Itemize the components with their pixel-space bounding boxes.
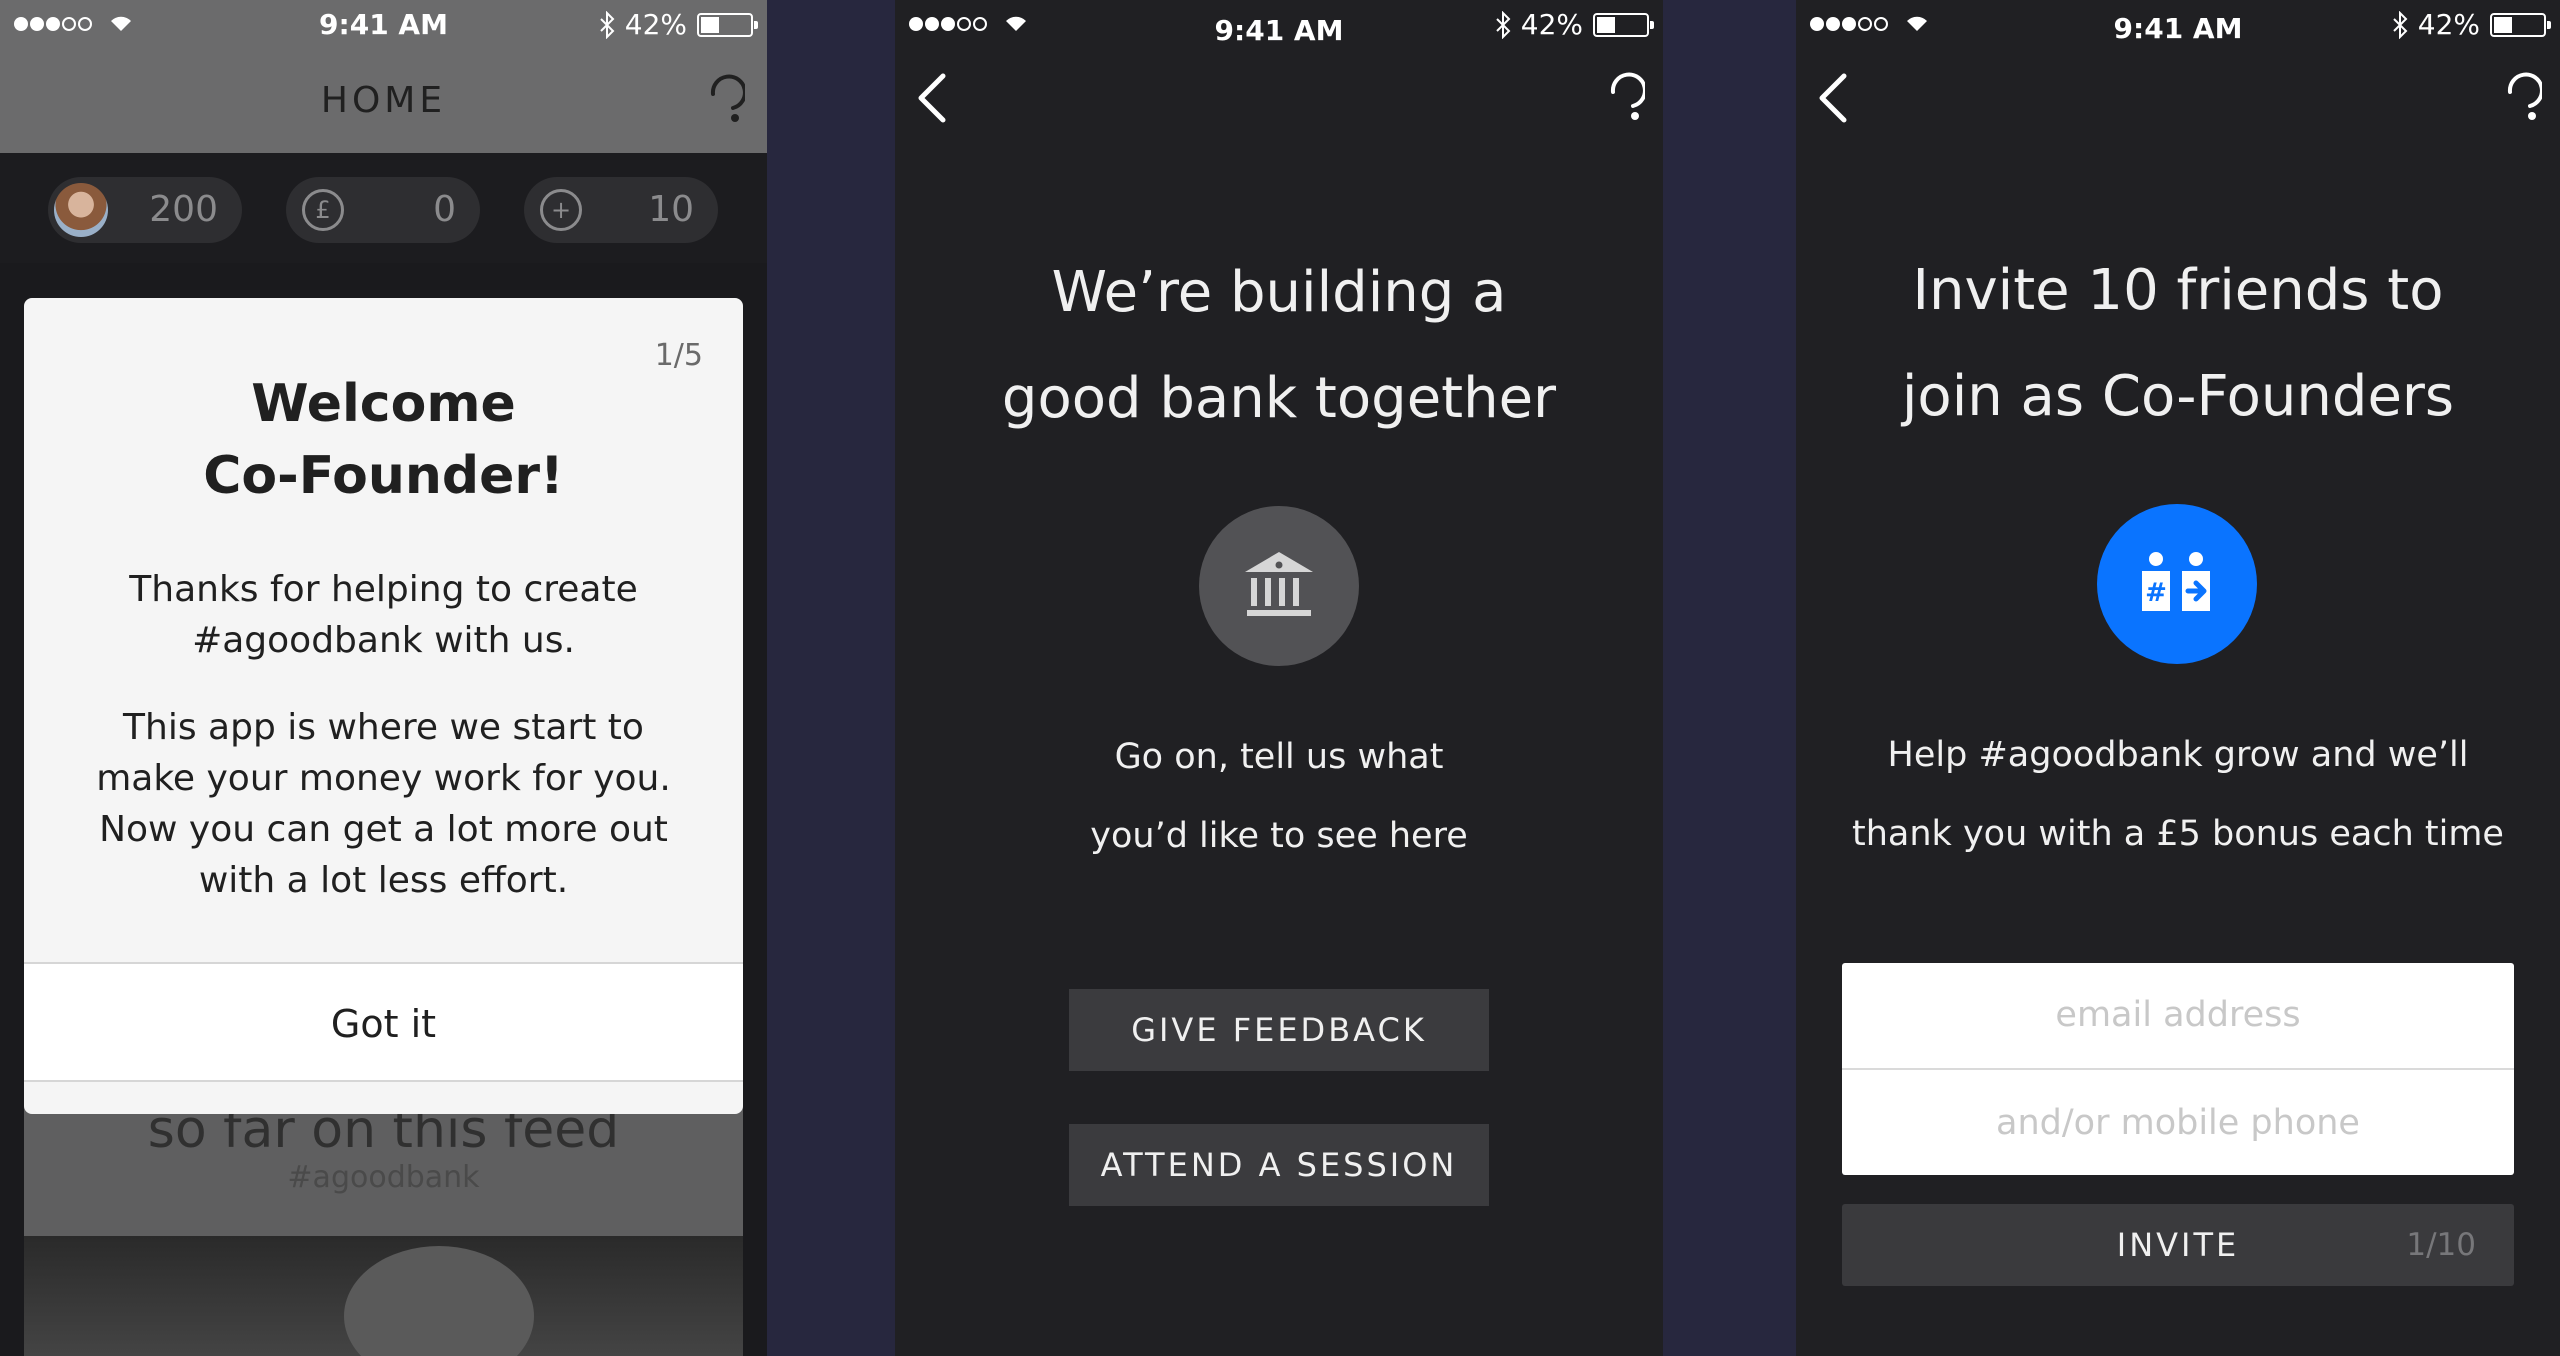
modal-text-line: Thanks for helping to create [129, 569, 638, 610]
title-line: join as Co-Founders [1901, 364, 2455, 429]
svg-text:#: # [2145, 578, 2167, 608]
field-divider [1842, 1068, 2514, 1070]
stat-value: 10 [648, 189, 694, 230]
give-feedback-button[interactable]: GIVE FEEDBACK [1069, 989, 1489, 1071]
attend-session-button[interactable]: ATTEND A SESSION [1069, 1124, 1489, 1206]
invite-button[interactable]: INVITE 1/10 [1842, 1204, 2514, 1286]
chat-icon[interactable] [701, 74, 745, 126]
battery-percent: 42% [2417, 8, 2480, 41]
title-line: good bank together [1001, 366, 1557, 431]
status-bar: 9:41 AM 42% [895, 0, 1663, 50]
battery-percent: 42% [1520, 8, 1583, 41]
status-bar: 9:41 AM 42% [1796, 0, 2560, 50]
modal-title-line: Co-Founder! [203, 446, 564, 506]
invite-counter: 1/10 [2406, 1227, 2476, 1263]
stat-pill-points[interactable]: 200 [48, 177, 242, 243]
battery-icon [1593, 12, 1654, 37]
title-line: We’re building a [1051, 260, 1507, 325]
back-chevron-icon[interactable] [1816, 72, 1850, 124]
invite-friends-icon: # [2097, 504, 2257, 664]
back-chevron-icon[interactable] [915, 72, 949, 124]
stat-pill-invites[interactable]: + 10 [524, 177, 718, 243]
modal-text-line: Now you can get a lot more out [99, 809, 668, 850]
modal-paragraph: Thanks for helping to create #agoodbank … [84, 564, 683, 666]
feedback-screen: 9:41 AM 42% We’re building a good bank t… [895, 0, 1663, 1356]
bluetooth-icon [2393, 10, 2408, 39]
stat-pill-money[interactable]: £ 0 [286, 177, 480, 243]
subtitle-line: Help #agoodbank grow and we’ll [1887, 735, 2469, 775]
subtitle-line: you’d like to see here [1090, 816, 1468, 856]
stat-value: 0 [433, 189, 456, 230]
bluetooth-icon [1496, 10, 1511, 39]
feed-photo [24, 1236, 743, 1356]
screen-title: Invite 10 friends to join as Co-Founders [1796, 238, 2560, 450]
stat-value: 200 [149, 189, 218, 230]
got-it-button[interactable]: Got it [24, 962, 743, 1082]
pound-icon: £ [302, 189, 344, 231]
modal-title-line: Welcome [251, 374, 516, 434]
modal-text-line: This app is where we start to [123, 707, 644, 748]
person-photo [344, 1246, 534, 1356]
page-title: HOME [320, 80, 447, 121]
bank-icon [1199, 506, 1359, 666]
modal-text-line: #agoodbank with us. [192, 620, 575, 661]
welcome-modal: 1/5 Welcome Co-Founder! Thanks for helpi… [24, 298, 743, 1114]
invite-screen: 9:41 AM 42% Invite 10 friends to join as… [1796, 0, 2560, 1356]
chat-icon[interactable] [1601, 72, 1645, 124]
home-screen: HOME 9:41 AM 42% 200 £ 0 + 10 so far on … [0, 0, 767, 1356]
subtitle-line: thank you with a £5 bonus each time [1852, 814, 2504, 854]
stats-bar: 200 £ 0 + 10 [0, 153, 767, 263]
title-line: Invite 10 friends to [1912, 258, 2444, 323]
screen-subtitle: Help #agoodbank grow and we’ll thank you… [1796, 716, 2560, 874]
battery-fill [701, 16, 719, 33]
invite-form [1842, 963, 2514, 1175]
modal-text-line: make your money work for you. [96, 758, 671, 799]
modal-paragraph: This app is where we start to make your … [84, 702, 683, 906]
feed-card-hashtag: #agoodbank [287, 1160, 480, 1195]
phone-field[interactable] [1842, 1071, 2514, 1175]
status-bar: 9:41 AM 42% [0, 0, 767, 50]
modal-text-line: with a lot less effort. [198, 860, 569, 901]
email-field[interactable] [1842, 963, 2514, 1067]
bluetooth-icon [600, 10, 615, 39]
battery-percent: 42% [624, 8, 687, 41]
screen-title: We’re building a good bank together [895, 240, 1663, 452]
avatar [54, 183, 108, 237]
chat-icon[interactable] [2498, 72, 2542, 124]
plus-circle-icon: + [540, 189, 582, 231]
battery-icon [2490, 12, 2551, 37]
battery-fill [2494, 16, 2512, 33]
screen-subtitle: Go on, tell us what you’d like to see he… [895, 718, 1663, 876]
battery-fill [1597, 16, 1615, 33]
modal-title: Welcome Co-Founder! [24, 368, 743, 512]
battery-icon [697, 12, 758, 37]
subtitle-line: Go on, tell us what [1114, 737, 1444, 777]
